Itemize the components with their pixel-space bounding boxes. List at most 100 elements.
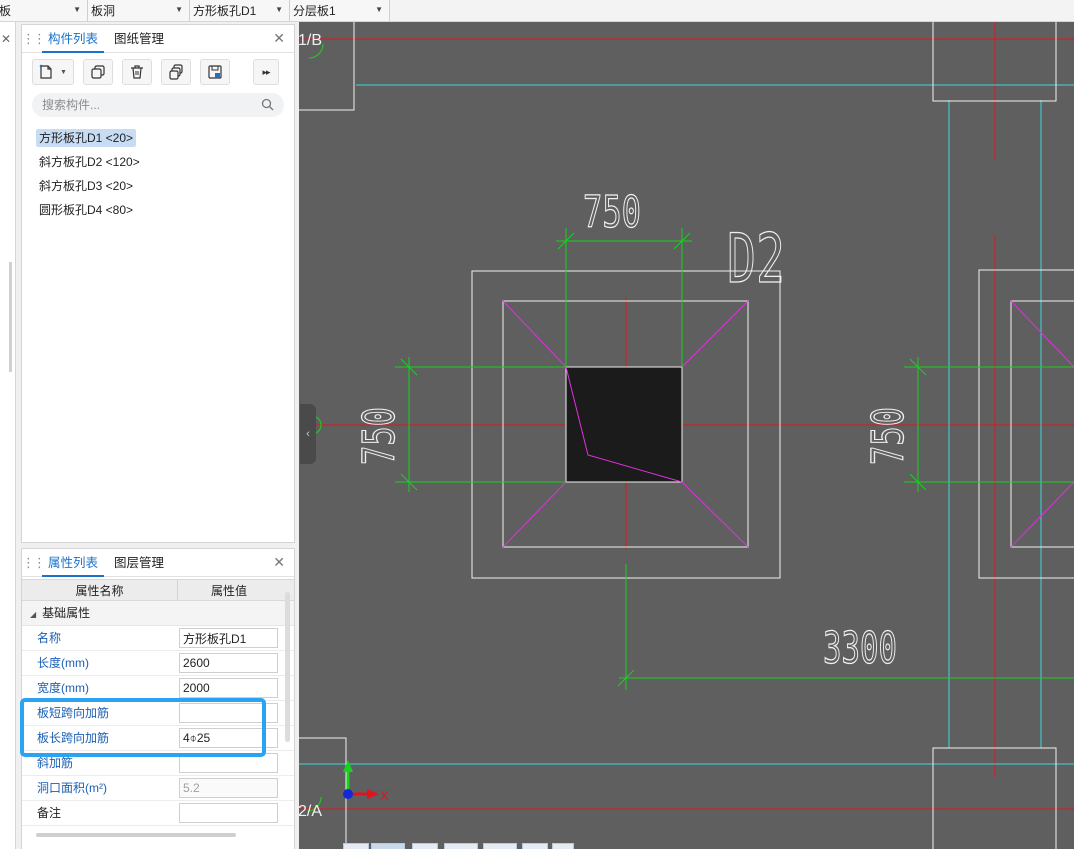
tab-drawing-management[interactable]: 图纸管理 [108,25,170,53]
tab-layer-management[interactable]: 图层管理 [108,549,170,577]
category-combo-value: 板 [0,4,12,18]
type-combo-value: 板洞 [91,4,116,18]
search-icon[interactable] [261,98,274,111]
bottom-tab[interactable] [483,843,517,849]
property-name: 洞口面积(m²) [37,781,107,795]
hole-outer-outline [978,269,1074,579]
ucs-x-label: X [380,788,389,803]
property-value-input[interactable] [179,753,278,773]
column-header-value: 属性值 [210,584,247,598]
slope-line [502,300,567,368]
property-value-input[interactable] [179,803,278,823]
search-box [32,93,284,117]
copy-to-floor-button[interactable] [161,59,191,85]
chevron-down-icon: ▼ [275,5,283,14]
property-name: 长度(mm) [37,656,89,670]
slope-line [681,300,749,368]
property-name: 备注 [37,806,62,820]
close-icon[interactable]: ✕ [273,30,285,47]
ucs-axes-icon: X [343,760,389,803]
property-value-input[interactable] [179,653,278,673]
close-icon[interactable]: ✕ [1,32,11,46]
bottom-tab[interactable] [522,843,548,849]
table-row: 宽度(mm) [22,676,294,701]
drag-handle-icon[interactable]: ⋮⋮ [22,555,46,571]
property-value-input[interactable] [179,678,278,698]
more-tools-button[interactable]: ▸▸ [253,59,279,85]
table-row: 长度(mm) [22,651,294,676]
property-value-input[interactable] [179,628,278,648]
group-label: 基础属性 [42,606,91,620]
layer-combo[interactable]: 分层板1 ▼ [290,0,390,21]
close-icon[interactable]: ✕ [273,554,285,571]
bottom-tab[interactable] [371,843,405,849]
property-list-panel: ⋮⋮ 属性列表 图层管理 ✕ 属性名称 属性值 ◢ 基础属性 名称 长度(mm) … [21,548,295,849]
copy-icon [91,65,105,79]
tab-property-list[interactable]: 属性列表 [42,549,105,577]
new-file-icon [39,64,52,79]
scrollbar[interactable] [36,833,236,837]
component-list: 方形板孔D1 <20> 斜方板孔D2 <120> 斜方板孔D3 <20> 圆形板… [22,127,294,223]
cad-drawing: 750 D2 750 750 3300 1/B 2/A X [299,22,1074,849]
layer-combo-value: 分层板1 [293,4,336,18]
list-item[interactable]: 圆形板孔D4 <80> [22,199,294,223]
axis-label: 2/A [299,803,322,820]
table-row: 板短跨向加筋 [22,701,294,726]
collapse-panel-handle[interactable]: ‹ [300,404,316,464]
column-header-name: 属性名称 [22,580,178,600]
axis-label: 1/B [299,32,322,49]
table-row: 备注 [22,801,294,826]
chevron-down-icon: ▼ [60,68,67,76]
property-table: 属性名称 属性值 ◢ 基础属性 名称 长度(mm) 宽度(mm) 板短跨向加筋 板… [22,577,294,826]
save-template-button[interactable] [200,59,230,85]
search-input[interactable] [32,93,252,117]
table-row: 名称 [22,626,294,651]
component-list-panel: ⋮⋮ 构件列表 图纸管理 ✕ ▼ ▸▸ 方形板孔D1 <20> 斜方板孔D2 <… [21,24,295,543]
slope-line [1010,300,1074,368]
property-name: 板长跨向加筋 [37,731,110,745]
tab-component-list[interactable]: 构件列表 [42,25,105,53]
property-value-input[interactable] [179,728,278,748]
hole-label: D2 [727,220,785,299]
bottom-tab[interactable] [552,843,574,849]
slope-line [1010,481,1074,548]
top-combo-bar: 板 ▼ 板洞 ▼ 方形板孔D1 ▼ 分层板1 ▼ [0,0,1074,22]
caret-down-icon[interactable]: ◢ [30,610,36,619]
drag-handle-icon[interactable]: ⋮⋮ [22,31,46,47]
copy-component-button[interactable] [83,59,113,85]
bottom-tab[interactable] [444,843,478,849]
component-combo[interactable]: 方形板孔D1 ▼ [190,0,290,21]
hole-opening [565,366,683,483]
table-row: 板长跨向加筋 [22,726,294,751]
category-combo[interactable]: 板 ▼ [0,0,88,21]
dimension-label: 750 [583,187,641,238]
table-row: 洞口面积(m²) [22,776,294,801]
chevron-down-icon: ▼ [73,5,81,14]
delete-component-button[interactable] [122,59,152,85]
new-component-button[interactable]: ▼ [32,59,74,85]
column-outline [299,737,347,849]
list-item-label: 斜方板孔D3 <20> [39,179,134,193]
chevron-left-icon: ‹ [306,428,310,440]
bottom-tab[interactable] [412,843,438,849]
list-item[interactable]: 斜方板孔D2 <120> [22,151,294,175]
scrollbar[interactable] [285,592,290,742]
list-item-label: 方形板孔D1 <20> [36,129,137,147]
list-item[interactable]: 方形板孔D1 <20> [22,127,294,151]
collapsed-left-panel: ✕ [0,22,16,849]
dimension-label: 3300 [823,623,897,674]
table-row: 斜加筋 [22,751,294,776]
scrollbar[interactable] [9,262,12,372]
type-combo[interactable]: 板洞 ▼ [88,0,190,21]
component-toolbar: ▼ ▸▸ [22,53,294,91]
property-value-input[interactable] [179,703,278,723]
bottom-tab[interactable] [343,843,369,849]
property-name: 宽度(mm) [37,681,89,695]
component-combo-value: 方形板孔D1 [193,4,257,18]
double-chevron-right-icon: ▸▸ [262,66,270,77]
group-row-basic[interactable]: ◢ 基础属性 [22,601,294,626]
drawing-canvas[interactable]: 750 D2 750 750 3300 1/B 2/A X [299,22,1074,849]
property-panel-header: ⋮⋮ 属性列表 图层管理 ✕ [22,549,294,577]
property-name: 板短跨向加筋 [37,706,110,720]
list-item[interactable]: 斜方板孔D3 <20> [22,175,294,199]
